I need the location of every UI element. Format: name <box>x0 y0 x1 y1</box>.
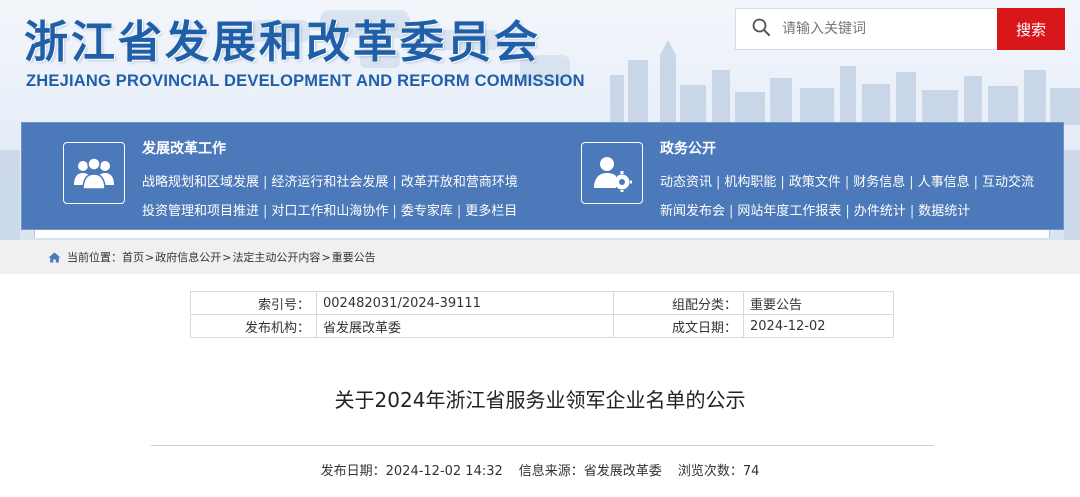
breadcrumb-item[interactable]: 法定主动公开内容 <box>232 249 320 265</box>
views-value: 74 <box>742 464 760 479</box>
nav-link[interactable]: 政策文件 <box>789 175 841 190</box>
index-value: 002482031/2024-39111 <box>316 291 614 315</box>
article-title: 关于2024年浙江省服务业领军企业名单的公示 <box>334 388 746 412</box>
nav-link[interactable]: 更多栏目 <box>465 204 517 219</box>
breadcrumb-item[interactable]: 重要公告 <box>332 249 376 265</box>
divider: | <box>845 204 850 219</box>
nav-link[interactable]: 人事信息 <box>918 175 970 190</box>
divider: | <box>729 204 734 219</box>
publish-date-label: 发布日期： <box>320 464 386 479</box>
nav-link[interactable]: 机构职能 <box>724 175 776 190</box>
home-icon <box>48 252 61 263</box>
index-label: 索引号： <box>190 291 317 315</box>
nav-frame <box>34 229 1050 238</box>
breadcrumb: 当前位置： 首页 > 政府信息公开 > 法定主动公开内容 > 重要公告 <box>0 240 1080 274</box>
nav-links-reform-work: 战略规划和区域发展 | 经济运行和社会发展 | 改革开放和营商环境 投资管理和项目推进 |… <box>142 168 582 226</box>
publisher-label: 发布机构： <box>190 314 317 338</box>
source-value: 省发展改革委 <box>583 464 662 479</box>
site-title: 浙江省发展和改革委员会 <box>24 17 541 68</box>
breadcrumb-prefix: 当前位置： <box>67 251 122 264</box>
nav-link[interactable]: 投资管理和项目推进 <box>142 204 259 219</box>
main-navigation: 发展改革工作 战略规划和区域发展 | 经济运行和社会发展 | 改革开放和营商环境 投资管… <box>21 122 1064 230</box>
breadcrumb-separator: > <box>321 250 331 264</box>
divider: | <box>973 175 979 190</box>
user-gear-icon[interactable] <box>581 142 643 204</box>
nav-link[interactable]: 办件统计 <box>854 204 906 219</box>
search-icon[interactable] <box>752 18 770 40</box>
nav-link[interactable]: 委专家库 <box>401 204 453 219</box>
divider: | <box>263 175 268 190</box>
breadcrumb-separator: > <box>145 250 155 264</box>
nav-link[interactable]: 战略规划和区域发展 <box>142 175 259 190</box>
publish-date-value: 2024-12-02 14:32 <box>385 464 503 479</box>
source-label: 信息来源： <box>518 464 584 479</box>
table-row: 索引号： 002482031/2024-39111 组配分类： 重要公告 <box>190 291 894 315</box>
search-button[interactable]: 搜索 <box>997 8 1065 50</box>
date-value: 2024-12-02 <box>743 314 894 338</box>
nav-link[interactable]: 数据统计 <box>918 204 970 219</box>
search-input[interactable] <box>782 21 982 37</box>
category-label: 组配分类： <box>613 291 744 315</box>
divider: | <box>909 175 914 190</box>
title-divider <box>151 445 934 446</box>
breadcrumb-item[interactable]: 首页 <box>122 249 144 265</box>
nav-link[interactable]: 改革开放和营商环境 <box>401 175 518 190</box>
search-box <box>735 8 997 50</box>
divider: | <box>392 175 397 190</box>
nav-link[interactable]: 动态资讯 <box>660 175 712 190</box>
people-group-icon[interactable] <box>63 142 125 204</box>
divider: | <box>392 204 397 219</box>
breadcrumb-item[interactable]: 政府信息公开 <box>155 249 221 265</box>
divider: | <box>456 204 462 219</box>
document-meta-table: 索引号： 002482031/2024-39111 组配分类： 重要公告 发布机… <box>190 291 894 338</box>
date-label: 成文日期： <box>613 314 744 338</box>
nav-heading-reform-work[interactable]: 发展改革工作 <box>142 138 226 158</box>
views-label: 浏览次数： <box>677 464 743 479</box>
divider: | <box>263 204 268 219</box>
nav-link[interactable]: 网站年度工作报表 <box>737 204 841 219</box>
nav-link[interactable]: 对口工作和山海协作 <box>271 204 388 219</box>
nav-links-government-affairs: 动态资讯 | 机构职能 | 政策文件 | 财务信息 | 人事信息 | 互动交流 新闻发布会 | 网站年度… <box>660 168 1080 226</box>
nav-link[interactable]: 经济运行和社会发展 <box>271 175 388 190</box>
nav-heading-government-affairs[interactable]: 政务公开 <box>660 138 716 158</box>
divider: | <box>780 175 785 190</box>
site-subtitle: ZHEJIANG PROVINCIAL DEVELOPMENT AND REFO… <box>26 72 585 90</box>
nav-link[interactable]: 互动交流 <box>982 175 1034 190</box>
divider: | <box>844 175 850 190</box>
publisher-value: 省发展改革委 <box>316 314 614 338</box>
breadcrumb-separator: > <box>222 250 232 264</box>
divider: | <box>716 175 721 190</box>
divider: | <box>909 204 915 219</box>
nav-link[interactable]: 财务信息 <box>853 175 905 190</box>
category-value: 重要公告 <box>743 291 894 315</box>
table-row: 发布机构： 省发展改革委 成文日期： 2024-12-02 <box>190 314 894 338</box>
nav-link[interactable]: 新闻发布会 <box>660 204 725 219</box>
article-info: 发布日期：2024-12-02 14:32 信息来源：省发展改革委 浏览次数：74 <box>0 460 1080 479</box>
